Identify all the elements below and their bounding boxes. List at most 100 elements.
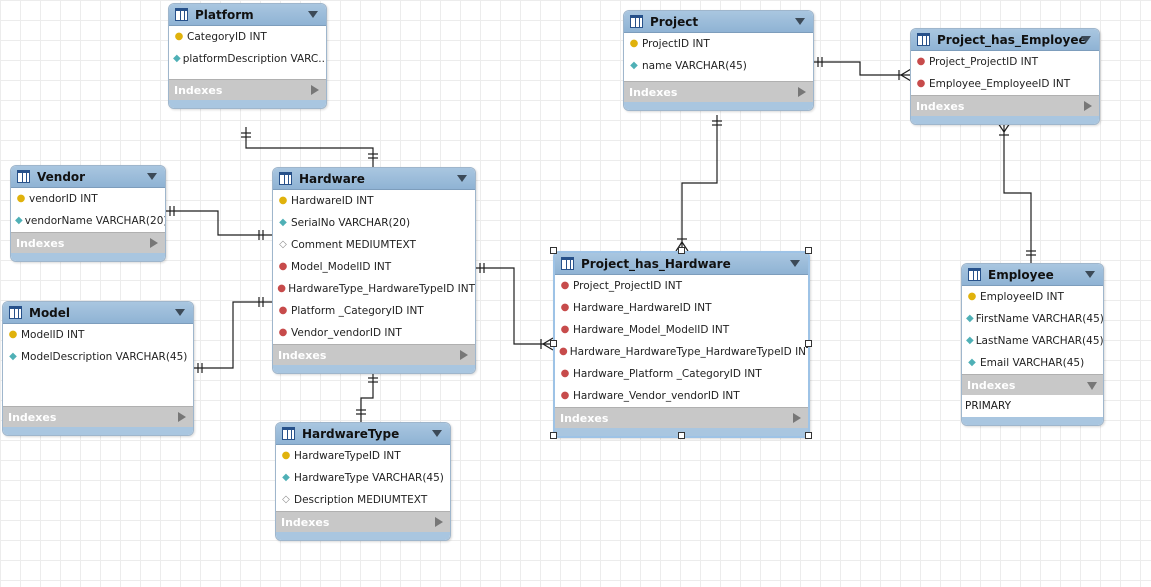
table-header[interactable]: Employee (962, 264, 1103, 286)
column-row[interactable]: ● Platform _CategoryID INT (273, 300, 475, 322)
expand-arrow-icon[interactable] (460, 350, 468, 360)
resize-handle[interactable] (805, 340, 812, 347)
column-row[interactable]: ◇ Description MEDIUMTEXT (276, 489, 450, 511)
table-name: Employee (988, 267, 1054, 282)
table-project-has-employee[interactable]: Project_has_Employee ● Project_ProjectID … (910, 28, 1100, 125)
expand-arrow-icon[interactable] (1084, 101, 1092, 111)
primary-key-icon: ● (16, 193, 26, 204)
resize-handle[interactable] (805, 247, 812, 254)
indexes-bar[interactable]: Indexes (962, 374, 1103, 395)
column-row[interactable]: ● ModelID INT (3, 324, 193, 346)
table-header[interactable]: Project_has_Hardware (555, 253, 808, 275)
expand-arrow-icon[interactable] (178, 412, 186, 422)
column-row[interactable]: ● Hardware_HardwareType_HardwareTypeID IN… (555, 341, 808, 363)
collapse-arrow-icon[interactable] (432, 430, 442, 437)
indexes-bar[interactable]: Indexes (169, 79, 326, 100)
collapse-arrow-icon[interactable] (457, 175, 467, 182)
table-project-has-hardware[interactable]: Project_has_Hardware ● Project_ProjectID … (553, 251, 810, 438)
table-header[interactable]: HardwareType (276, 423, 450, 445)
table-header[interactable]: Hardware (273, 168, 475, 190)
column-row[interactable]: ● Vendor_vendorID INT (273, 322, 475, 344)
collapse-arrow-icon[interactable] (1081, 36, 1091, 43)
column-row[interactable]: ● HardwareTypeID INT (276, 445, 450, 467)
indexes-bar[interactable]: Indexes (624, 81, 813, 102)
table-icon (282, 427, 295, 440)
expand-arrow-icon[interactable] (311, 85, 319, 95)
collapse-arrow-icon[interactable] (1085, 271, 1095, 278)
primary-key-icon: ● (629, 38, 639, 49)
attribute-icon: ◆ (9, 351, 17, 362)
foreign-key-icon: ● (560, 324, 570, 335)
resize-handle[interactable] (678, 432, 685, 439)
rel-vendor-hardware (164, 210, 272, 236)
rel-model-hardware (192, 301, 272, 369)
table-platform[interactable]: Platform ● CategoryID INT ◆ platformDescri… (168, 3, 327, 109)
foreign-key-icon: ● (560, 390, 570, 401)
indexes-bar[interactable]: Indexes (273, 344, 475, 365)
table-name: HardwareType (302, 426, 400, 441)
collapse-arrow-icon[interactable] (175, 309, 185, 316)
column-row[interactable]: ◆ SerialNo VARCHAR(20) (273, 212, 475, 234)
table-hardwaretype[interactable]: HardwareType ● HardwareTypeID INT ◆ Hardwa… (275, 422, 451, 541)
indexes-bar[interactable]: Indexes (276, 511, 450, 532)
expand-arrow-icon[interactable] (793, 413, 801, 423)
column-row[interactable]: ● Hardware_Vendor_vendorID INT (555, 385, 808, 407)
column-row[interactable]: ● ProjectID INT (624, 33, 813, 55)
rel-project-projecthashardware (681, 115, 718, 251)
table-model[interactable]: Model ● ModelID INT ◆ ModelDescription VAR… (2, 301, 194, 436)
column-row[interactable]: ● EmployeeID INT (962, 286, 1103, 308)
column-row[interactable]: ● vendorID INT (11, 188, 165, 210)
indexes-bar[interactable]: Indexes (3, 406, 193, 427)
column-row[interactable]: ● HardwareID INT (273, 190, 475, 212)
table-header[interactable]: Model (3, 302, 193, 324)
expand-arrow-icon[interactable] (150, 238, 158, 248)
column-row[interactable]: ● Hardware_HardwareID INT (555, 297, 808, 319)
column-row[interactable]: ◆ ModelDescription VARCHAR(45) (3, 346, 193, 368)
column-row[interactable]: ● Hardware_Model_ModelID INT (555, 319, 808, 341)
table-name: Platform (195, 7, 254, 22)
resize-handle[interactable] (805, 432, 812, 439)
column-row[interactable]: ● Project_ProjectID INT (555, 275, 808, 297)
column-row[interactable]: ◆ FirstName VARCHAR(45) (962, 308, 1103, 330)
indexes-bar[interactable]: Indexes (911, 95, 1099, 116)
expand-arrow-icon[interactable] (798, 87, 806, 97)
column-row[interactable]: ● Model_ModelID INT (273, 256, 475, 278)
column-row[interactable]: ◆ LastName VARCHAR(45) (962, 330, 1103, 352)
resize-handle[interactable] (550, 432, 557, 439)
collapse-arrow-icon[interactable] (147, 173, 157, 180)
table-header[interactable]: Vendor (11, 166, 165, 188)
column-row[interactable]: ◇ Comment MEDIUMTEXT (273, 234, 475, 256)
table-header[interactable]: Project_has_Employee (911, 29, 1099, 51)
foreign-key-icon: ● (560, 302, 570, 313)
collapse-arrow-icon[interactable] (308, 11, 318, 18)
column-row[interactable]: ● HardwareType_HardwareTypeID INT (273, 278, 475, 300)
resize-handle[interactable] (550, 247, 557, 254)
indexes-bar[interactable]: Indexes (555, 407, 808, 428)
column-row[interactable]: ● Project_ProjectID INT (911, 51, 1099, 73)
column-row[interactable]: ◆ vendorName VARCHAR(20) (11, 210, 165, 232)
indexes-bar[interactable]: Indexes (11, 232, 165, 253)
table-employee[interactable]: Employee ● EmployeeID INT ◆ FirstName VARC… (961, 263, 1104, 426)
column-row[interactable]: ● CategoryID INT (169, 26, 326, 48)
column-row[interactable]: ● Employee_EmployeeID INT (911, 73, 1099, 95)
collapse-arrow-icon[interactable] (1087, 382, 1097, 390)
expand-arrow-icon[interactable] (435, 517, 443, 527)
column-row[interactable]: ◆ platformDescription VARC... (169, 48, 326, 70)
attribute-icon: ◆ (966, 335, 974, 346)
table-header[interactable]: Project (624, 11, 813, 33)
column-row[interactable]: ◆ Email VARCHAR(45) (962, 352, 1103, 374)
resize-handle[interactable] (550, 340, 557, 347)
index-item[interactable]: PRIMARY (962, 395, 1103, 417)
table-project[interactable]: Project ● ProjectID INT ◆ name VARCHAR(45)… (623, 10, 814, 111)
table-vendor[interactable]: Vendor ● vendorID INT ◆ vendorName VARCHAR… (10, 165, 166, 262)
column-row[interactable]: ◆ name VARCHAR(45) (624, 55, 813, 77)
column-row[interactable]: ● Hardware_Platform _CategoryID INT (555, 363, 808, 385)
resize-handle[interactable] (678, 247, 685, 254)
table-icon (561, 257, 574, 270)
table-hardware[interactable]: Hardware ● HardwareID INT ◆ SerialNo VARCH… (272, 167, 476, 374)
collapse-arrow-icon[interactable] (795, 18, 805, 25)
column-row[interactable]: ◆ HardwareType VARCHAR(45) (276, 467, 450, 489)
rel-employee-projecthasemployee (1003, 123, 1032, 263)
table-header[interactable]: Platform (169, 4, 326, 26)
collapse-arrow-icon[interactable] (790, 260, 800, 267)
